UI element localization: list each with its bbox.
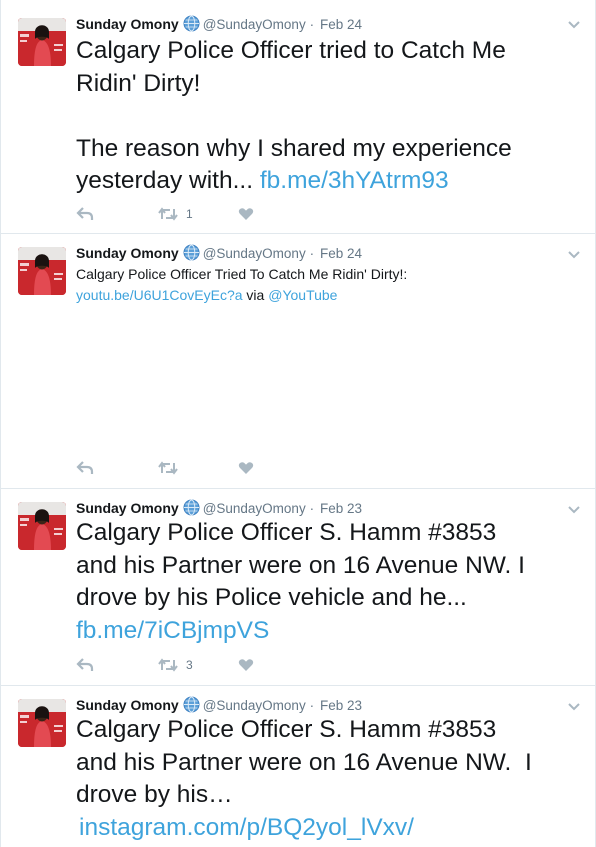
reply-icon [76, 206, 94, 222]
like-button[interactable] [238, 461, 254, 475]
tweet-text-line: youtu.be/U6U1CovEyEc?a via @YouTube [76, 285, 407, 306]
user-handle[interactable]: @SundayOmony [203, 698, 306, 713]
reply-button[interactable] [76, 460, 158, 476]
reply-button[interactable] [76, 206, 158, 222]
retweet-icon [158, 461, 178, 475]
tweet-text-line [76, 100, 512, 133]
tweet-text-line: Calgary Police Officer S. Hamm #3853 [76, 519, 497, 546]
tweet-text-line: Ridin' Dirty! [76, 69, 201, 97]
heart-icon [238, 461, 254, 475]
tweet-date[interactable]: Feb 23 [320, 698, 362, 713]
tweet-link[interactable]: fb.me/3hYAtrm93 [260, 167, 449, 194]
globe-icon [183, 244, 200, 266]
avatar[interactable] [18, 247, 66, 295]
separator-dot: · [309, 501, 315, 516]
tweet-link[interactable]: youtu.be/U6U1CovEyEc?a [76, 287, 243, 303]
tweet-text-line: drove by his Police vehicle and he... [76, 584, 467, 611]
retweet-button[interactable] [158, 461, 238, 475]
tweet-header: Sunday Omony @SundayOmony · Feb 23 [76, 695, 362, 715]
mention-link[interactable]: @YouTube [268, 287, 337, 303]
retweet-count: 1 [186, 207, 193, 221]
tweet-text-line: The reason why I shared my experience [76, 134, 512, 162]
user-handle[interactable]: @SundayOmony [203, 17, 306, 32]
tweet-text-line: and his Partner were on 16 Avenue NW. I [76, 551, 525, 579]
tweet-text-line: Calgary Police Officer tried to Catch Me [76, 37, 506, 64]
tweet-text-fragment: via [242, 287, 269, 303]
separator-dot: · [309, 246, 315, 261]
chevron-down-icon[interactable] [567, 17, 581, 29]
user-handle[interactable]: @SundayOmony [203, 246, 306, 261]
retweet-icon [158, 207, 178, 221]
tweet-header: Sunday Omony @SundayOmony · Feb 23 [76, 498, 362, 518]
reply-button[interactable] [76, 657, 158, 673]
chevron-down-icon[interactable] [567, 502, 581, 514]
avatar[interactable] [18, 18, 66, 66]
tweet-text-line: fb.me/7iCBjmpVS [76, 615, 525, 648]
globe-icon [183, 15, 200, 37]
display-name[interactable]: Sunday Omony [76, 500, 179, 516]
tweet-timeline: Sunday Omony @SundayOmony · Feb 24 Calgar… [0, 0, 596, 847]
display-name[interactable]: Sunday Omony [76, 16, 179, 32]
tweet[interactable]: Sunday Omony @SundayOmony · Feb 24 Calgar… [1, 234, 595, 489]
tweet-text-line: drove by his… [76, 781, 233, 808]
tweet-link[interactable]: fb.me/7iCBjmpVS [76, 617, 269, 644]
like-button[interactable] [238, 207, 254, 221]
chevron-down-icon[interactable] [567, 247, 581, 259]
tweet-date[interactable]: Feb 24 [320, 246, 362, 261]
tweet-text: Calgary Police Officer Tried To Catch Me… [76, 264, 407, 306]
retweet-count: 3 [186, 658, 193, 672]
user-handle[interactable]: @SundayOmony [203, 501, 306, 516]
tweet-link[interactable]: instagram.com/p/BQ2yol_lVxv/ [79, 814, 414, 841]
reply-icon [76, 657, 94, 673]
tweet-header: Sunday Omony @SundayOmony · Feb 24 [76, 243, 362, 263]
tweet-text: Calgary Police Officer S. Hamm #3853 and… [76, 714, 532, 844]
tweet-text-line: and his Partner were on 16 Avenue NW. I [76, 748, 532, 776]
avatar[interactable] [18, 502, 66, 550]
tweet[interactable]: Sunday Omony @SundayOmony · Feb 23 Calgar… [1, 686, 595, 847]
tweet-text-line: Calgary Police Officer Tried To Catch Me… [76, 266, 408, 282]
tweet-text-line: Calgary Police Officer S. Hamm #3853 [76, 716, 497, 743]
retweet-icon [158, 658, 178, 672]
like-button[interactable] [238, 658, 254, 672]
retweet-button[interactable]: 1 [158, 207, 238, 221]
retweet-button[interactable]: 3 [158, 658, 238, 672]
separator-dot: · [309, 698, 315, 713]
display-name[interactable]: Sunday Omony [76, 697, 179, 713]
tweet-text: Calgary Police Officer tried to Catch Me… [76, 35, 512, 198]
tweet-date[interactable]: Feb 23 [320, 501, 362, 516]
tweet-date[interactable]: Feb 24 [320, 17, 362, 32]
tweet-actions [76, 459, 254, 477]
heart-icon [238, 658, 254, 672]
tweet-text-line: instagram.com/p/BQ2yol_lVxv/ [76, 812, 532, 845]
tweet-text: Calgary Police Officer S. Hamm #3853 and… [76, 517, 525, 647]
avatar[interactable] [18, 699, 66, 747]
tweet[interactable]: Sunday Omony @SundayOmony · Feb 24 Calgar… [1, 0, 595, 234]
separator-dot: · [309, 17, 315, 32]
display-name[interactable]: Sunday Omony [76, 245, 179, 261]
chevron-down-icon[interactable] [567, 699, 581, 711]
tweet[interactable]: Sunday Omony @SundayOmony · Feb 23 Calgar… [1, 489, 595, 686]
tweet-text-fragment: yesterday with... [76, 167, 260, 194]
tweet-header: Sunday Omony @SundayOmony · Feb 24 [76, 14, 362, 34]
reply-icon [76, 460, 94, 476]
tweet-actions: 1 [76, 205, 254, 223]
heart-icon [238, 207, 254, 221]
tweet-text-line: yesterday with... fb.me/3hYAtrm93 [76, 165, 512, 198]
tweet-actions: 3 [76, 656, 254, 674]
